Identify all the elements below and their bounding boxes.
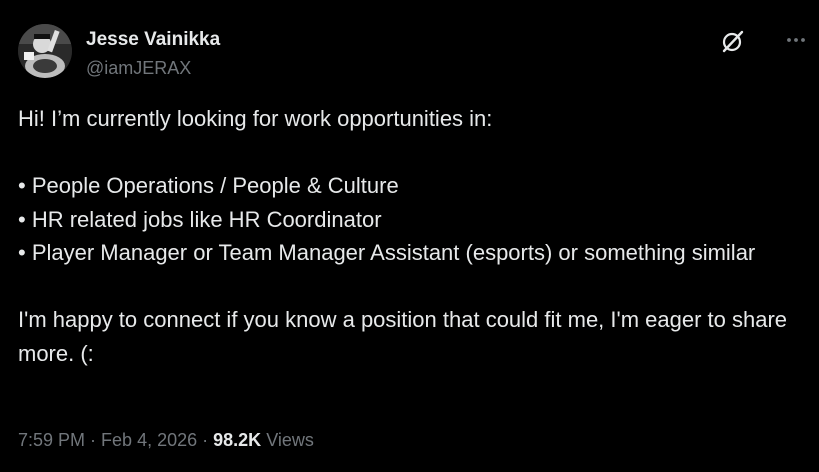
- views-label[interactable]: Views: [266, 430, 314, 450]
- post-text: Hi! I’m currently looking for work oppor…: [18, 102, 798, 370]
- views-count[interactable]: 98.2K: [213, 430, 261, 450]
- meta-separator: ·: [90, 430, 97, 450]
- post-bullet-3: • Player Manager or Team Manager Assista…: [18, 240, 756, 265]
- post-closing: I'm happy to connect if you know a posit…: [18, 307, 788, 366]
- post-intro: Hi! I’m currently looking for work oppor…: [18, 106, 493, 131]
- avatar[interactable]: [18, 24, 72, 78]
- post-bullet-2: • HR related jobs like HR Coordinator: [18, 206, 382, 232]
- post-card: Jesse Vainikka @iamJERAX Hi! I’m current…: [0, 0, 819, 472]
- post-time[interactable]: 7:59 PM: [18, 430, 85, 450]
- profile-photo-icon: [18, 24, 72, 78]
- more-dots-icon[interactable]: [784, 28, 808, 52]
- grok-slash-icon[interactable]: [720, 28, 746, 54]
- post-meta: 7:59 PM · Feb 4, 2026 · 98.2K Views: [18, 430, 314, 451]
- post-bullet-1: • People Operations / People & Culture: [18, 173, 399, 198]
- meta-separator: ·: [202, 430, 209, 450]
- author-handle[interactable]: @iamJERAX: [86, 58, 191, 79]
- author-display-name[interactable]: Jesse Vainikka: [86, 29, 220, 51]
- post-date[interactable]: Feb 4, 2026: [101, 430, 197, 450]
